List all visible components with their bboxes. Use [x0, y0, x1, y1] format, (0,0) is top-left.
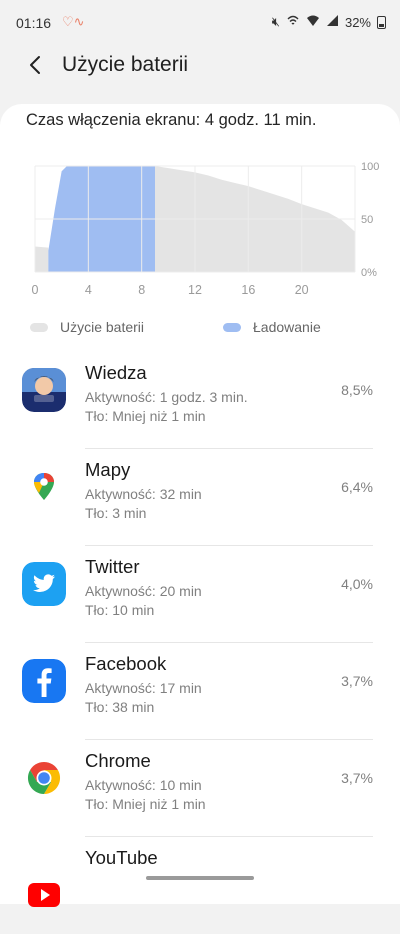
chart-legend: Użycie baterii Ładowanie	[0, 319, 400, 343]
app-name: Facebook	[85, 653, 167, 674]
chart-x-tick-label: 20	[295, 283, 309, 297]
legend-label-charging: Ładowanie	[253, 319, 321, 335]
app-active-time: Aktywność: 1 godz. 3 min.	[85, 389, 248, 405]
app-name: Twitter	[85, 556, 140, 577]
status-bar: 01:16 ♡∿ 🔇︎ 32%	[0, 0, 400, 44]
app-row-mapy[interactable]: Mapy Aktywność: 32 min Tło: 3 min 6,4%	[0, 449, 400, 546]
twitter-icon	[22, 562, 66, 606]
legend-label-usage: Użycie baterii	[60, 319, 145, 335]
legend-item-charging: Ładowanie	[223, 319, 321, 335]
youtube-icon	[22, 873, 66, 917]
app-row-youtube[interactable]: YouTube	[0, 837, 400, 934]
app-name: YouTube	[85, 847, 158, 868]
home-indicator[interactable]	[146, 876, 254, 880]
app-battery-percent: 6,4%	[341, 479, 373, 495]
app-background-time: Tło: 10 min	[85, 602, 155, 618]
app-row-chrome[interactable]: Chrome Aktywność: 10 min Tło: Mniej niż …	[0, 740, 400, 837]
wifi-call-icon	[286, 14, 300, 30]
app-header: Użycie baterii	[0, 44, 400, 88]
chevron-left-icon	[30, 56, 40, 74]
app-battery-percent: 3,7%	[341, 770, 373, 786]
screen-on-time: Czas włączenia ekranu: 4 godz. 11 min.	[26, 111, 317, 129]
app-battery-percent: 8,5%	[341, 382, 373, 398]
chart-x-tick-label: 0	[32, 283, 39, 297]
status-icons: 🔇︎ 32%	[272, 14, 386, 30]
chrome-icon	[22, 756, 66, 800]
battery-chart: 0 4 8 12 16 20 100 50 0%	[32, 161, 380, 297]
wifi-icon	[306, 14, 320, 30]
app-background-time: Tło: 3 min	[85, 505, 147, 521]
heart-rate-icon: ♡∿	[62, 14, 85, 29]
legend-swatch-usage	[30, 322, 48, 332]
chart-y-tick-label: 50	[361, 214, 373, 226]
signal-icon	[326, 14, 339, 30]
app-battery-percent: 4,0%	[341, 576, 373, 592]
battery-icon	[377, 15, 386, 29]
app-background-time: Tło: Mniej niż 1 min	[85, 408, 206, 424]
app-row-facebook[interactable]: Facebook Aktywność: 17 min Tło: 38 min 3…	[0, 643, 400, 740]
app-battery-percent: 3,7%	[341, 673, 373, 689]
app-usage-list: Wiedza Aktywność: 1 godz. 3 min. Tło: Mn…	[0, 352, 400, 934]
app-name: Mapy	[85, 459, 131, 480]
app-name: Wiedza	[85, 362, 147, 383]
app-active-time: Aktywność: 20 min	[85, 583, 202, 599]
mute-icon: 🔇︎	[271, 14, 280, 29]
status-time: 01:16	[16, 15, 52, 31]
wiedza-icon	[22, 368, 66, 412]
back-button[interactable]	[18, 48, 52, 82]
app-row-wiedza[interactable]: Wiedza Aktywność: 1 godz. 3 min. Tło: Mn…	[0, 352, 400, 449]
app-background-time: Tło: Mniej niż 1 min	[85, 796, 206, 812]
app-active-time: Aktywność: 32 min	[85, 486, 202, 502]
facebook-icon	[22, 659, 66, 703]
legend-item-usage: Użycie baterii	[30, 319, 144, 335]
app-active-time: Aktywność: 17 min	[85, 680, 202, 696]
chart-area-usage	[35, 246, 49, 272]
legend-swatch-charging	[223, 322, 241, 332]
chart-x-tick-label: 4	[85, 283, 92, 297]
app-name: Chrome	[85, 750, 151, 771]
battery-usage-card: Czas włączenia ekranu: 4 godz. 11 min. 0…	[0, 104, 400, 907]
battery-percent: 32%	[344, 14, 371, 30]
chart-x-tick-label: 16	[241, 283, 255, 297]
chart-y-tick-label: 100	[361, 161, 379, 173]
app-row-twitter[interactable]: Twitter Aktywność: 20 min Tło: 10 min 4,…	[0, 546, 400, 643]
page-title: Użycie baterii	[62, 53, 189, 76]
chart-x-tick-label: 12	[188, 283, 202, 297]
chart-y-tick-label: 0%	[361, 267, 377, 279]
app-active-time: Aktywność: 10 min	[85, 777, 202, 793]
app-background-time: Tło: 38 min	[85, 699, 155, 715]
chart-x-tick-label: 8	[138, 283, 145, 297]
google-maps-icon	[22, 465, 66, 509]
